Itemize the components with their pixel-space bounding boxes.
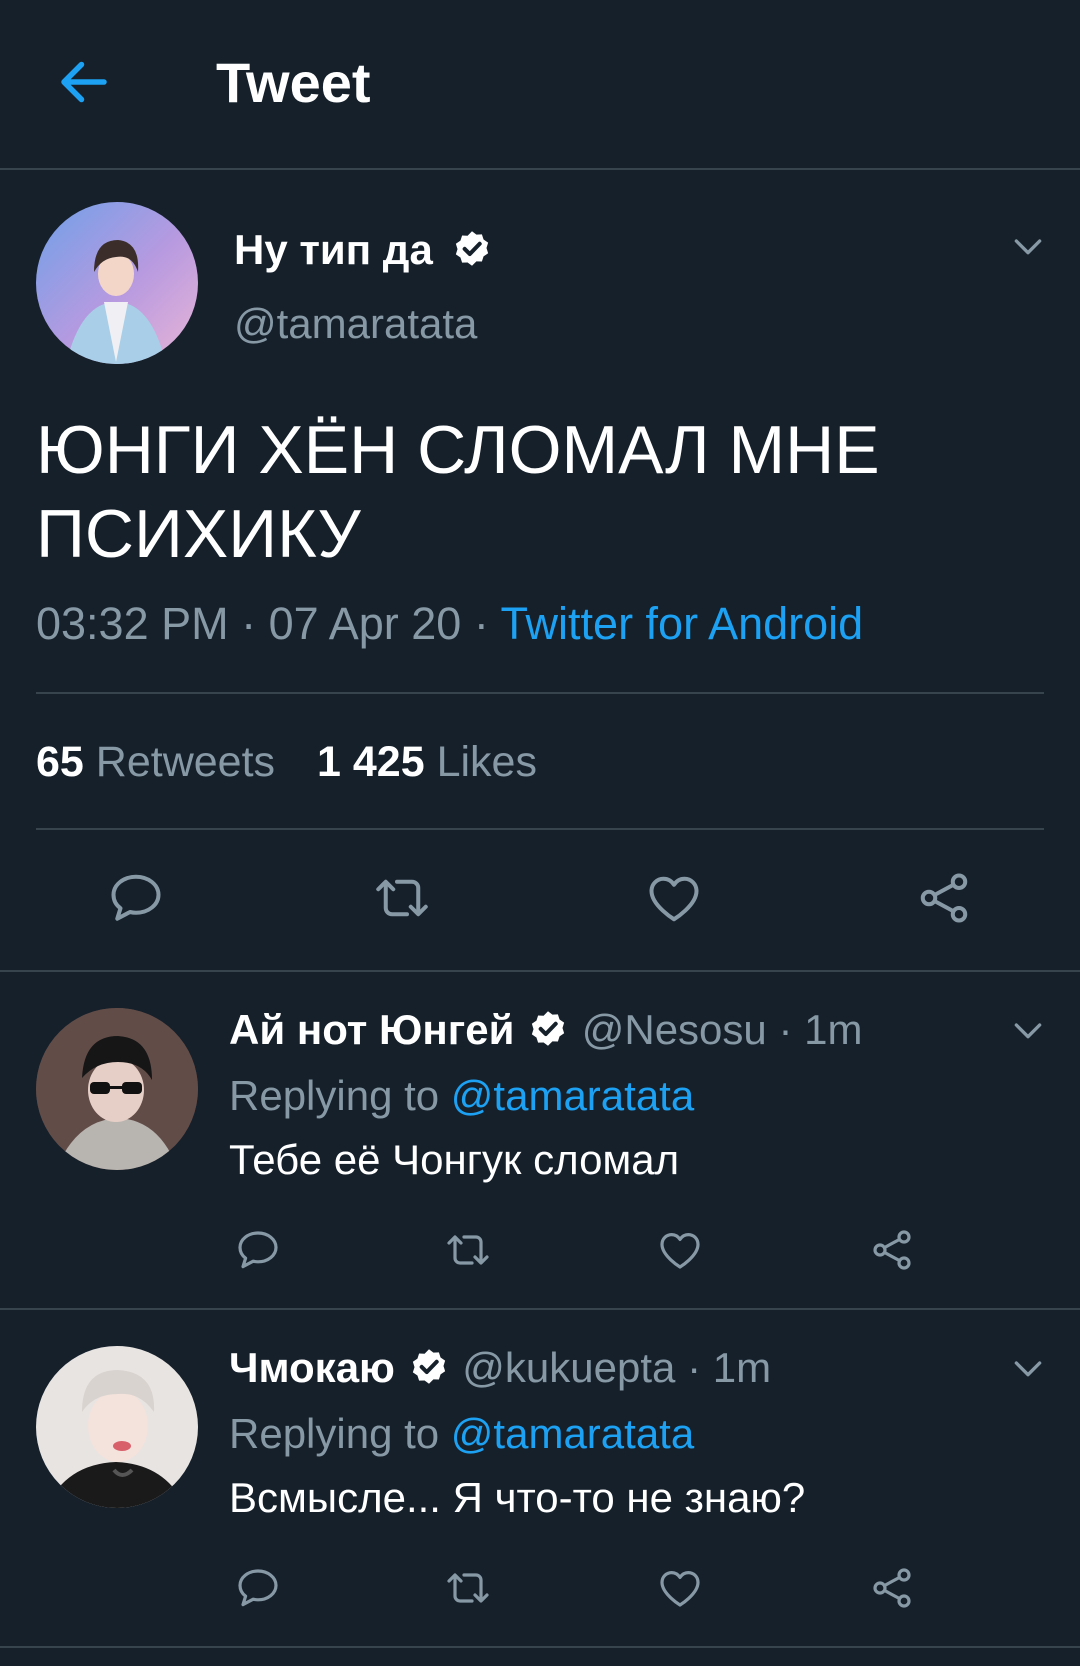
tweet-text: ЮНГИ ХЁН СЛОМАЛ МНЕ ПСИХИКУ — [36, 412, 880, 572]
divider — [0, 1646, 1080, 1648]
reply-header: Ай нот Юнгей @Nesosu · 1m — [229, 1006, 862, 1054]
reply-header: Чмокаю @kukuepta · 1m — [229, 1344, 771, 1392]
retweets-label: Retweets — [95, 738, 276, 786]
divider — [0, 1308, 1080, 1310]
arrow-left-icon[interactable] — [54, 52, 114, 112]
retweet-icon[interactable] — [444, 1564, 492, 1612]
reply-text: Всмысле... Я что-то не знаю? — [229, 1474, 806, 1521]
chevron-down-icon[interactable] — [1008, 1010, 1048, 1050]
divider — [36, 828, 1044, 830]
reply-icon[interactable] — [234, 1226, 282, 1274]
chevron-down-icon[interactable] — [1008, 1348, 1048, 1388]
likes-label: Likes — [436, 738, 537, 786]
reply-author-name[interactable]: Чмокаю — [229, 1344, 395, 1391]
like-icon[interactable] — [656, 1226, 704, 1274]
divider — [0, 168, 1080, 170]
reply-icon[interactable] — [234, 1564, 282, 1612]
replying-to: Replying to @tamaratata — [229, 1410, 694, 1458]
divider — [0, 970, 1080, 972]
avatar-image — [36, 1346, 198, 1508]
verified-badge-icon — [450, 228, 494, 272]
reply-time: 1m — [804, 1006, 863, 1053]
retweet-icon[interactable] — [444, 1226, 492, 1274]
retweets-stat[interactable]: 65 Retweets — [36, 738, 275, 786]
likes-stat[interactable]: 1 425 Likes — [317, 738, 537, 786]
replying-to: Replying to @tamaratata — [229, 1072, 694, 1120]
tweet-date: 07 Apr 20 — [268, 598, 462, 649]
reply-text: Тебе её Чонгук сломал — [229, 1136, 680, 1183]
share-icon[interactable] — [914, 868, 974, 928]
reply-time: 1m — [712, 1344, 772, 1391]
reply-author-handle[interactable]: @Nesosu — [582, 1006, 767, 1053]
likes-count: 1 425 — [317, 738, 425, 786]
share-icon[interactable] — [868, 1564, 916, 1612]
verified-badge-icon — [407, 1346, 451, 1390]
verified-badge-icon — [526, 1008, 570, 1052]
reply-icon[interactable] — [106, 868, 166, 928]
avatar-image — [36, 202, 198, 364]
author-name[interactable]: Ну тип да — [234, 226, 433, 273]
reply-author-name[interactable]: Ай нот Юнгей — [229, 1006, 514, 1053]
retweet-icon[interactable] — [372, 868, 432, 928]
meta-separator: · — [778, 1006, 793, 1053]
chevron-down-icon[interactable] — [1008, 226, 1048, 266]
tweet-meta: 03:32 PM · 07 Apr 20 · Twitter for Andro… — [36, 598, 863, 650]
divider — [36, 692, 1044, 694]
avatar[interactable] — [36, 202, 198, 364]
tweet-source-link[interactable]: Twitter for Android — [501, 598, 864, 649]
avatar-image — [36, 1008, 198, 1170]
author-handle[interactable]: @tamaratata — [234, 300, 477, 348]
replying-label: Replying to — [229, 1410, 440, 1457]
like-icon[interactable] — [644, 868, 704, 928]
retweets-count: 65 — [36, 738, 84, 786]
replying-label: Replying to — [229, 1072, 440, 1119]
replying-to-link[interactable]: @tamaratata — [451, 1072, 694, 1119]
avatar[interactable] — [36, 1008, 198, 1170]
meta-separator: · — [473, 598, 489, 649]
reply-author-handle[interactable]: @kukuepta — [462, 1344, 675, 1391]
top-bar: Tweet — [0, 0, 1080, 168]
replying-to-link[interactable]: @tamaratata — [451, 1410, 694, 1457]
share-icon[interactable] — [868, 1226, 916, 1274]
meta-separator: · — [241, 598, 257, 649]
tweet-time: 03:32 PM — [36, 598, 229, 649]
tweet-stats: 65 Retweets 1 425 Likes — [36, 738, 537, 787]
avatar[interactable] — [36, 1346, 198, 1508]
like-icon[interactable] — [656, 1564, 704, 1612]
page-title: Tweet — [216, 51, 371, 114]
meta-separator: · — [687, 1344, 702, 1391]
author-row: Ну тип да — [234, 226, 494, 274]
